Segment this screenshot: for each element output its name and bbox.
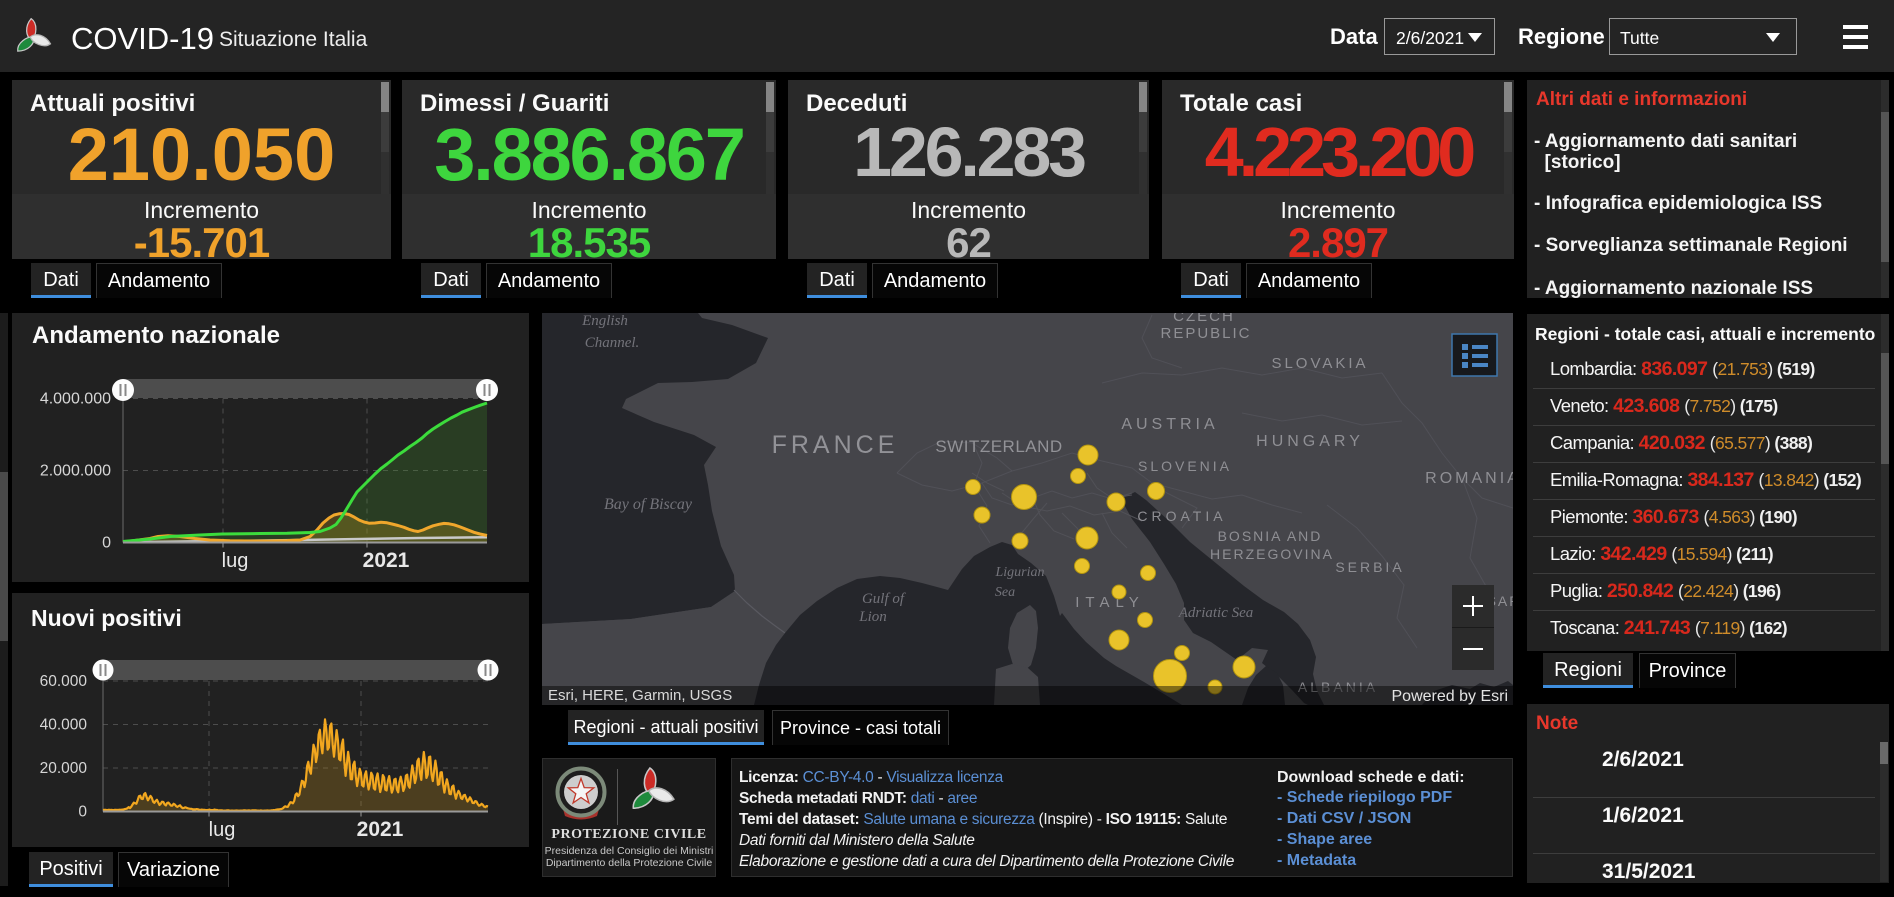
svg-text:4.000.000: 4.000.000: [40, 391, 111, 408]
svg-text:Andamento nazionale: Andamento nazionale: [32, 322, 280, 349]
svg-text:CROATIA: CROATIA: [1137, 508, 1226, 524]
svg-text:Gulf of: Gulf of: [862, 591, 906, 607]
svg-text:Bay of Biscay: Bay of Biscay: [604, 496, 693, 513]
svg-text:SLOVENIA: SLOVENIA: [1138, 458, 1232, 474]
svg-text:ITALY: ITALY: [1075, 594, 1144, 611]
svg-text:HUNGARY: HUNGARY: [1256, 433, 1364, 450]
svg-text:2021: 2021: [363, 549, 410, 572]
svg-text:English: English: [581, 313, 628, 329]
svg-text:HERZEGOVINA: HERZEGOVINA: [1210, 546, 1334, 562]
svg-text:FRANCE: FRANCE: [772, 431, 899, 459]
svg-text:lug: lug: [222, 550, 249, 572]
svg-text:40.000: 40.000: [40, 717, 88, 734]
svg-text:CZECH: CZECH: [1173, 313, 1235, 325]
svg-text:SERBIA: SERBIA: [1335, 559, 1404, 575]
svg-text:REPUBLIC: REPUBLIC: [1160, 325, 1251, 342]
svg-text:2021: 2021: [357, 818, 404, 841]
svg-text:AUSTRIA: AUSTRIA: [1121, 416, 1218, 433]
svg-text:Adriatic Sea: Adriatic Sea: [1178, 605, 1254, 621]
svg-text:20.000: 20.000: [40, 760, 88, 777]
svg-text:Channel.: Channel.: [585, 335, 640, 351]
svg-text:lug: lug: [209, 819, 236, 841]
svg-text:Lion: Lion: [858, 609, 887, 625]
svg-text:SWITZERLAND: SWITZERLAND: [935, 437, 1062, 456]
svg-text:Nuovi positivi: Nuovi positivi: [31, 605, 182, 631]
svg-text:Powered by Esri: Powered by Esri: [1392, 688, 1509, 705]
svg-text:Sea: Sea: [995, 585, 1015, 600]
svg-text:ROMANIA: ROMANIA: [1425, 470, 1513, 487]
svg-text:0: 0: [78, 804, 87, 821]
svg-text:Ligurian: Ligurian: [994, 565, 1044, 580]
svg-text:Esri, HERE, Garmin, USGS: Esri, HERE, Garmin, USGS: [548, 687, 732, 704]
svg-text:2.000.000: 2.000.000: [40, 463, 111, 480]
svg-text:SLOVAKIA: SLOVAKIA: [1271, 355, 1368, 372]
svg-text:60.000: 60.000: [40, 673, 88, 690]
svg-text:0: 0: [102, 535, 111, 552]
svg-text:BOSNIA AND: BOSNIA AND: [1218, 528, 1323, 544]
